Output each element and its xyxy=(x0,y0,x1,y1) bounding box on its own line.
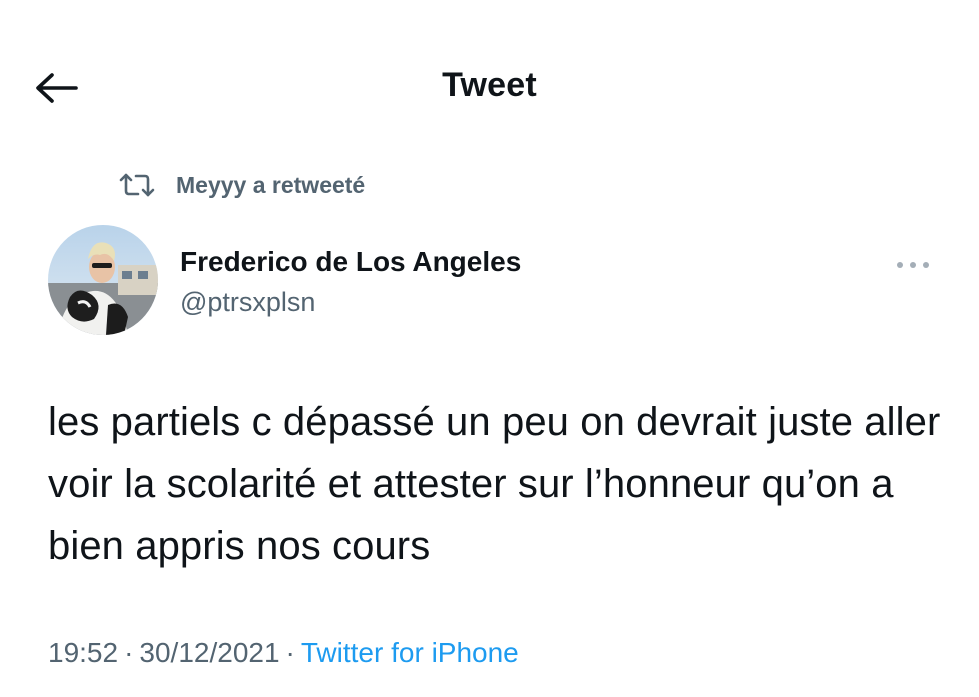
meta-separator: · xyxy=(124,637,134,668)
author-handle[interactable]: @ptrsxplsn xyxy=(180,287,315,318)
tweet-time[interactable]: 19:52 xyxy=(48,637,118,668)
more-options-button[interactable] xyxy=(888,250,938,280)
retweet-icon xyxy=(118,170,156,200)
tweet-meta: 19:52 · 30/12/2021 · Twitter for iPhone xyxy=(48,637,519,669)
top-bar: Tweet xyxy=(0,0,979,175)
tweet-source-link[interactable]: Twitter for iPhone xyxy=(301,637,519,668)
tweet-date[interactable]: 30/12/2021 xyxy=(139,637,279,668)
avatar[interactable] xyxy=(48,225,158,335)
more-icon xyxy=(897,262,929,268)
author-display-name[interactable]: Frederico de Los Angeles xyxy=(180,246,521,278)
tweet-text: les partiels c dépassé un peu on devrait… xyxy=(48,400,941,568)
retweet-indicator[interactable]: Meyyy a retweeté xyxy=(118,167,365,203)
retweet-label: Meyyy a retweeté xyxy=(176,171,366,198)
meta-separator: · xyxy=(285,637,295,668)
page-title: Tweet xyxy=(442,66,537,104)
